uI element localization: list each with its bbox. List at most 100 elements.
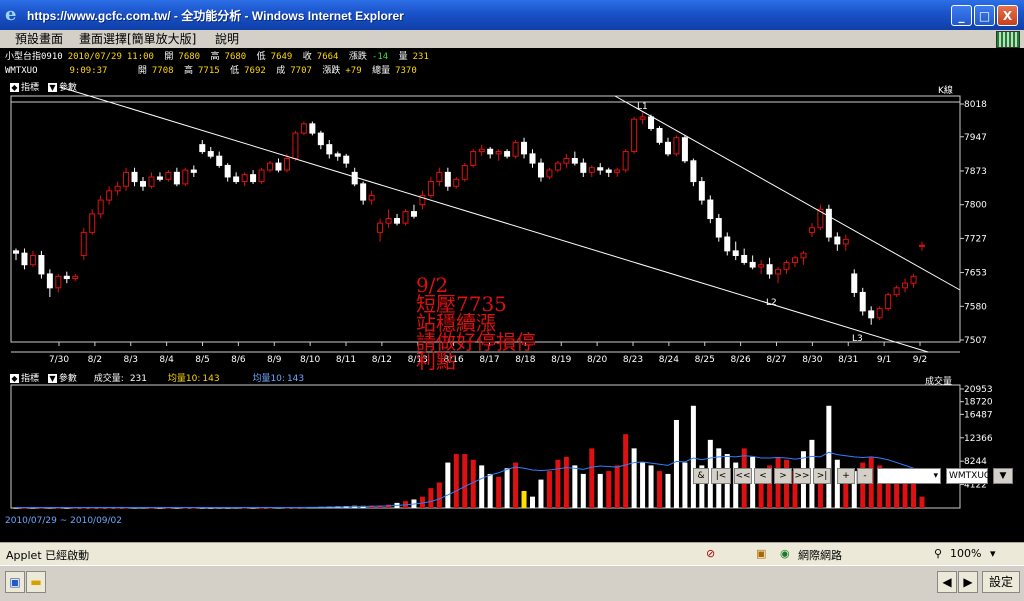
candle-body — [741, 254, 748, 263]
nav-button[interactable]: >> — [793, 468, 811, 484]
nav-button[interactable]: |< — [711, 468, 731, 484]
x-tick-label: 8/30 — [802, 355, 822, 365]
volume-bar — [657, 471, 663, 508]
candle-body — [834, 236, 841, 245]
candle-body — [537, 162, 544, 178]
candle-body — [283, 157, 290, 171]
candle-body — [148, 176, 155, 187]
trend-label: L3 — [852, 334, 863, 344]
candle-body — [495, 151, 502, 155]
nav-button[interactable]: & — [693, 468, 709, 484]
x-tick-label: 9/1 — [877, 355, 891, 365]
volume-bar — [530, 496, 536, 508]
candle-body — [478, 148, 485, 153]
candle-body — [46, 273, 53, 289]
candle-body — [910, 275, 917, 284]
zone-label: 網際網路 — [798, 549, 842, 562]
chart-canvas[interactable]: 7507758076537727780078737947801841228244… — [0, 0, 1024, 542]
candle-body — [504, 151, 511, 157]
candle-body — [487, 148, 494, 155]
forward-arrow-icon[interactable]: ▶ — [958, 571, 978, 593]
candle-body — [690, 160, 697, 183]
candle-body — [554, 162, 561, 171]
candle-body — [394, 218, 401, 224]
candle-body — [55, 275, 62, 289]
symbol-field[interactable]: WMTXUO — [946, 468, 991, 484]
price-tick-label: 7507 — [964, 336, 987, 346]
candle-body — [919, 244, 925, 247]
zoom-icon[interactable]: ⚲ — [934, 547, 942, 560]
candle-body — [97, 199, 104, 215]
taskbar: ▣ ▬ ◀ ▶ 設定 — [0, 565, 1024, 601]
chevron-down-icon[interactable]: ▾ — [990, 547, 996, 560]
candle-body — [216, 155, 223, 166]
candle-body — [868, 310, 875, 319]
candle-body — [698, 181, 705, 201]
volume-bar — [572, 465, 578, 508]
symbol-dropdown-button[interactable]: ▼ — [993, 468, 1013, 484]
volume-bar — [487, 473, 493, 508]
candle-body — [825, 208, 832, 238]
candle-body — [461, 164, 468, 180]
candle-body — [241, 174, 248, 183]
candle-body — [190, 169, 197, 173]
candle-body — [131, 171, 138, 183]
back-arrow-icon[interactable]: ◀ — [937, 571, 957, 593]
folder-icon[interactable]: ▬ — [26, 571, 46, 593]
candle-body — [114, 185, 121, 192]
price-tick-label: 7580 — [964, 302, 987, 312]
candle-body — [250, 174, 257, 183]
nav-button[interactable]: << — [734, 468, 752, 484]
candle-body — [648, 116, 655, 129]
candle-body — [368, 194, 375, 201]
volume-bar — [690, 405, 696, 508]
zoom-select[interactable]: ▾ — [877, 468, 941, 484]
candle-body — [165, 171, 172, 180]
volume-panel-frame — [10, 384, 961, 509]
security-lock-icon[interactable]: ▣ — [756, 547, 766, 560]
candle-body — [343, 155, 350, 164]
x-tick-label: 8/5 — [195, 355, 209, 365]
candle-body — [402, 211, 409, 224]
candle-body — [893, 287, 900, 296]
candle-body — [89, 213, 96, 233]
candle-body — [791, 257, 798, 263]
nav-button[interactable]: >| — [813, 468, 831, 484]
candle-body — [258, 169, 265, 183]
candle-body — [902, 282, 909, 289]
volume-bar — [538, 479, 544, 508]
volume-bar — [470, 459, 476, 508]
candle-body — [597, 167, 604, 171]
nav-button[interactable]: - — [857, 468, 873, 484]
volume-bar — [673, 419, 679, 508]
window-view-icon[interactable]: ▣ — [5, 571, 25, 593]
volume-bar — [623, 434, 629, 508]
candle-body — [156, 176, 163, 180]
candle-body — [199, 144, 206, 153]
volume-bar — [589, 448, 595, 508]
nav-button[interactable]: < — [754, 468, 772, 484]
privacy-icon[interactable]: ⊘ — [706, 547, 715, 560]
candle-body — [300, 123, 307, 134]
zoom-level[interactable]: 100% — [950, 547, 981, 560]
candle-body — [707, 199, 714, 220]
candle-body — [267, 162, 274, 171]
volume-bar — [546, 471, 552, 508]
candle-body — [436, 171, 443, 183]
volume-tick-label: 20953 — [964, 385, 993, 395]
volume-bar — [911, 482, 917, 508]
x-tick-label: 8/24 — [659, 355, 679, 365]
candle-body — [80, 231, 87, 256]
candle-body — [639, 116, 646, 120]
nav-button[interactable]: + — [837, 468, 855, 484]
settings-button[interactable]: 設定 — [982, 571, 1020, 593]
candle-body — [207, 151, 214, 157]
candle-body — [681, 137, 688, 162]
chevron-down-icon: ▾ — [933, 471, 938, 481]
nav-button[interactable]: > — [774, 468, 792, 484]
candle-body — [808, 227, 815, 233]
candle-body — [605, 169, 612, 173]
candle-body — [309, 123, 316, 134]
candle-body — [783, 261, 790, 270]
volume-tick-label: 12366 — [964, 434, 993, 444]
